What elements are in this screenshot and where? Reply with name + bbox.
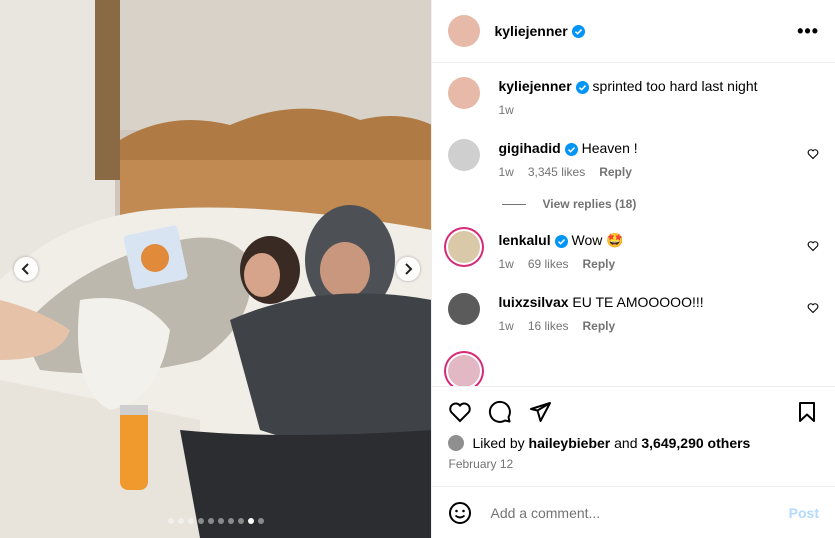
comment-bubble-icon[interactable] [488,400,512,424]
carousel-dot [218,518,224,524]
post-header: kyliejenner ••• [432,0,835,63]
reply-button[interactable]: Reply [583,319,616,333]
caption-row: kyliejenner sprinted too hard last night… [448,77,819,119]
carousel-dot [188,518,194,524]
caption-text: sprinted too hard last night [592,78,758,94]
chevron-left-icon [21,263,29,275]
commenter-avatar[interactable] [448,293,481,325]
comment-row: gigihadid Heaven ! 1w 3,345 likes Reply [448,139,819,181]
post-comment-button[interactable]: Post [789,505,819,521]
comment-likes[interactable]: 3,345 likes [528,165,585,179]
carousel-dot [238,518,244,524]
add-comment-bar: Post [432,486,835,538]
liked-by-user[interactable]: haileybieber [529,435,611,451]
comment-time[interactable]: 1w [498,319,513,333]
comments-list[interactable]: kyliejenner sprinted too hard last night… [432,63,835,386]
divider-line [502,203,527,205]
verified-badge-icon [554,234,568,248]
commenter-avatar-story[interactable] [448,355,481,386]
post-actions: Liked by haileybieber and 3,649,290 othe… [432,386,835,486]
comment-text: Heaven ! [581,140,638,156]
like-heart-icon[interactable] [448,400,472,424]
comment-username[interactable]: lenkalul [498,232,550,248]
view-replies-button[interactable]: View replies (18) [502,197,819,211]
comment-row: luixzsilvax EU TE AMOOOOO!!! 1w 16 likes R… [448,293,819,335]
verified-badge-icon [575,80,589,94]
carousel-next-button[interactable] [396,257,420,281]
verified-badge-icon [571,24,585,38]
author-avatar[interactable] [448,77,481,109]
author-avatar[interactable] [448,15,481,47]
likes-count[interactable]: 3,649,290 others [641,435,750,451]
comment-text: EU TE AMOOOOO!!! [572,294,704,310]
share-paper-plane-icon[interactable] [528,400,552,424]
comment-row: lenkalul Wow 🤩 1w 69 likes Reply [448,231,819,273]
chevron-right-icon [405,263,413,275]
comment-text: Wow 🤩 [571,232,624,248]
commenter-avatar-story[interactable] [448,231,481,263]
like-comment-heart-icon[interactable] [807,148,819,160]
view-replies-label: View replies (18) [542,197,637,211]
carousel-indicator [0,518,431,524]
carousel-dot [168,518,174,524]
likes-summary[interactable]: Liked by haileybieber and 3,649,290 othe… [448,435,819,451]
comment-likes[interactable]: 69 likes [528,257,569,271]
carousel-dot [258,518,264,524]
commenter-avatar[interactable] [448,139,481,171]
comment-time[interactable]: 1w [498,257,513,271]
like-comment-heart-icon[interactable] [807,302,819,314]
comment-likes[interactable]: 16 likes [528,319,569,333]
instagram-post: kyliejenner ••• kyliejenner sprinted too… [0,0,835,538]
reply-button[interactable]: Reply [599,165,632,179]
post-photo [0,0,432,538]
liked-by-and: and [614,435,638,451]
carousel-dot-active [248,518,254,524]
post-date[interactable]: February 12 [448,457,819,471]
save-bookmark-icon[interactable] [795,400,819,424]
carousel-dot [178,518,184,524]
post-media[interactable] [0,0,432,538]
comment-row-partial [448,355,819,386]
more-options-button[interactable]: ••• [797,21,819,42]
like-comment-heart-icon[interactable] [807,240,819,252]
comment-time[interactable]: 1w [498,165,513,179]
post-side-panel: kyliejenner ••• kyliejenner sprinted too… [431,0,835,538]
reply-button[interactable]: Reply [583,257,616,271]
comment-username[interactable]: gigihadid [498,140,560,156]
comment-username[interactable]: luixzsilvax [498,294,568,310]
caption-username[interactable]: kyliejenner [498,78,571,94]
carousel-dot [198,518,204,524]
emoji-icon[interactable] [448,501,472,525]
caption-time[interactable]: 1w [498,103,513,117]
carousel-dot [208,518,214,524]
verified-badge-icon [564,142,578,156]
carousel-prev-button[interactable] [14,257,38,281]
liker-avatar [448,435,465,451]
liked-by-prefix: Liked by [472,435,525,451]
author-username[interactable]: kyliejenner [494,23,567,39]
carousel-dot [228,518,234,524]
comment-input[interactable] [488,503,789,522]
